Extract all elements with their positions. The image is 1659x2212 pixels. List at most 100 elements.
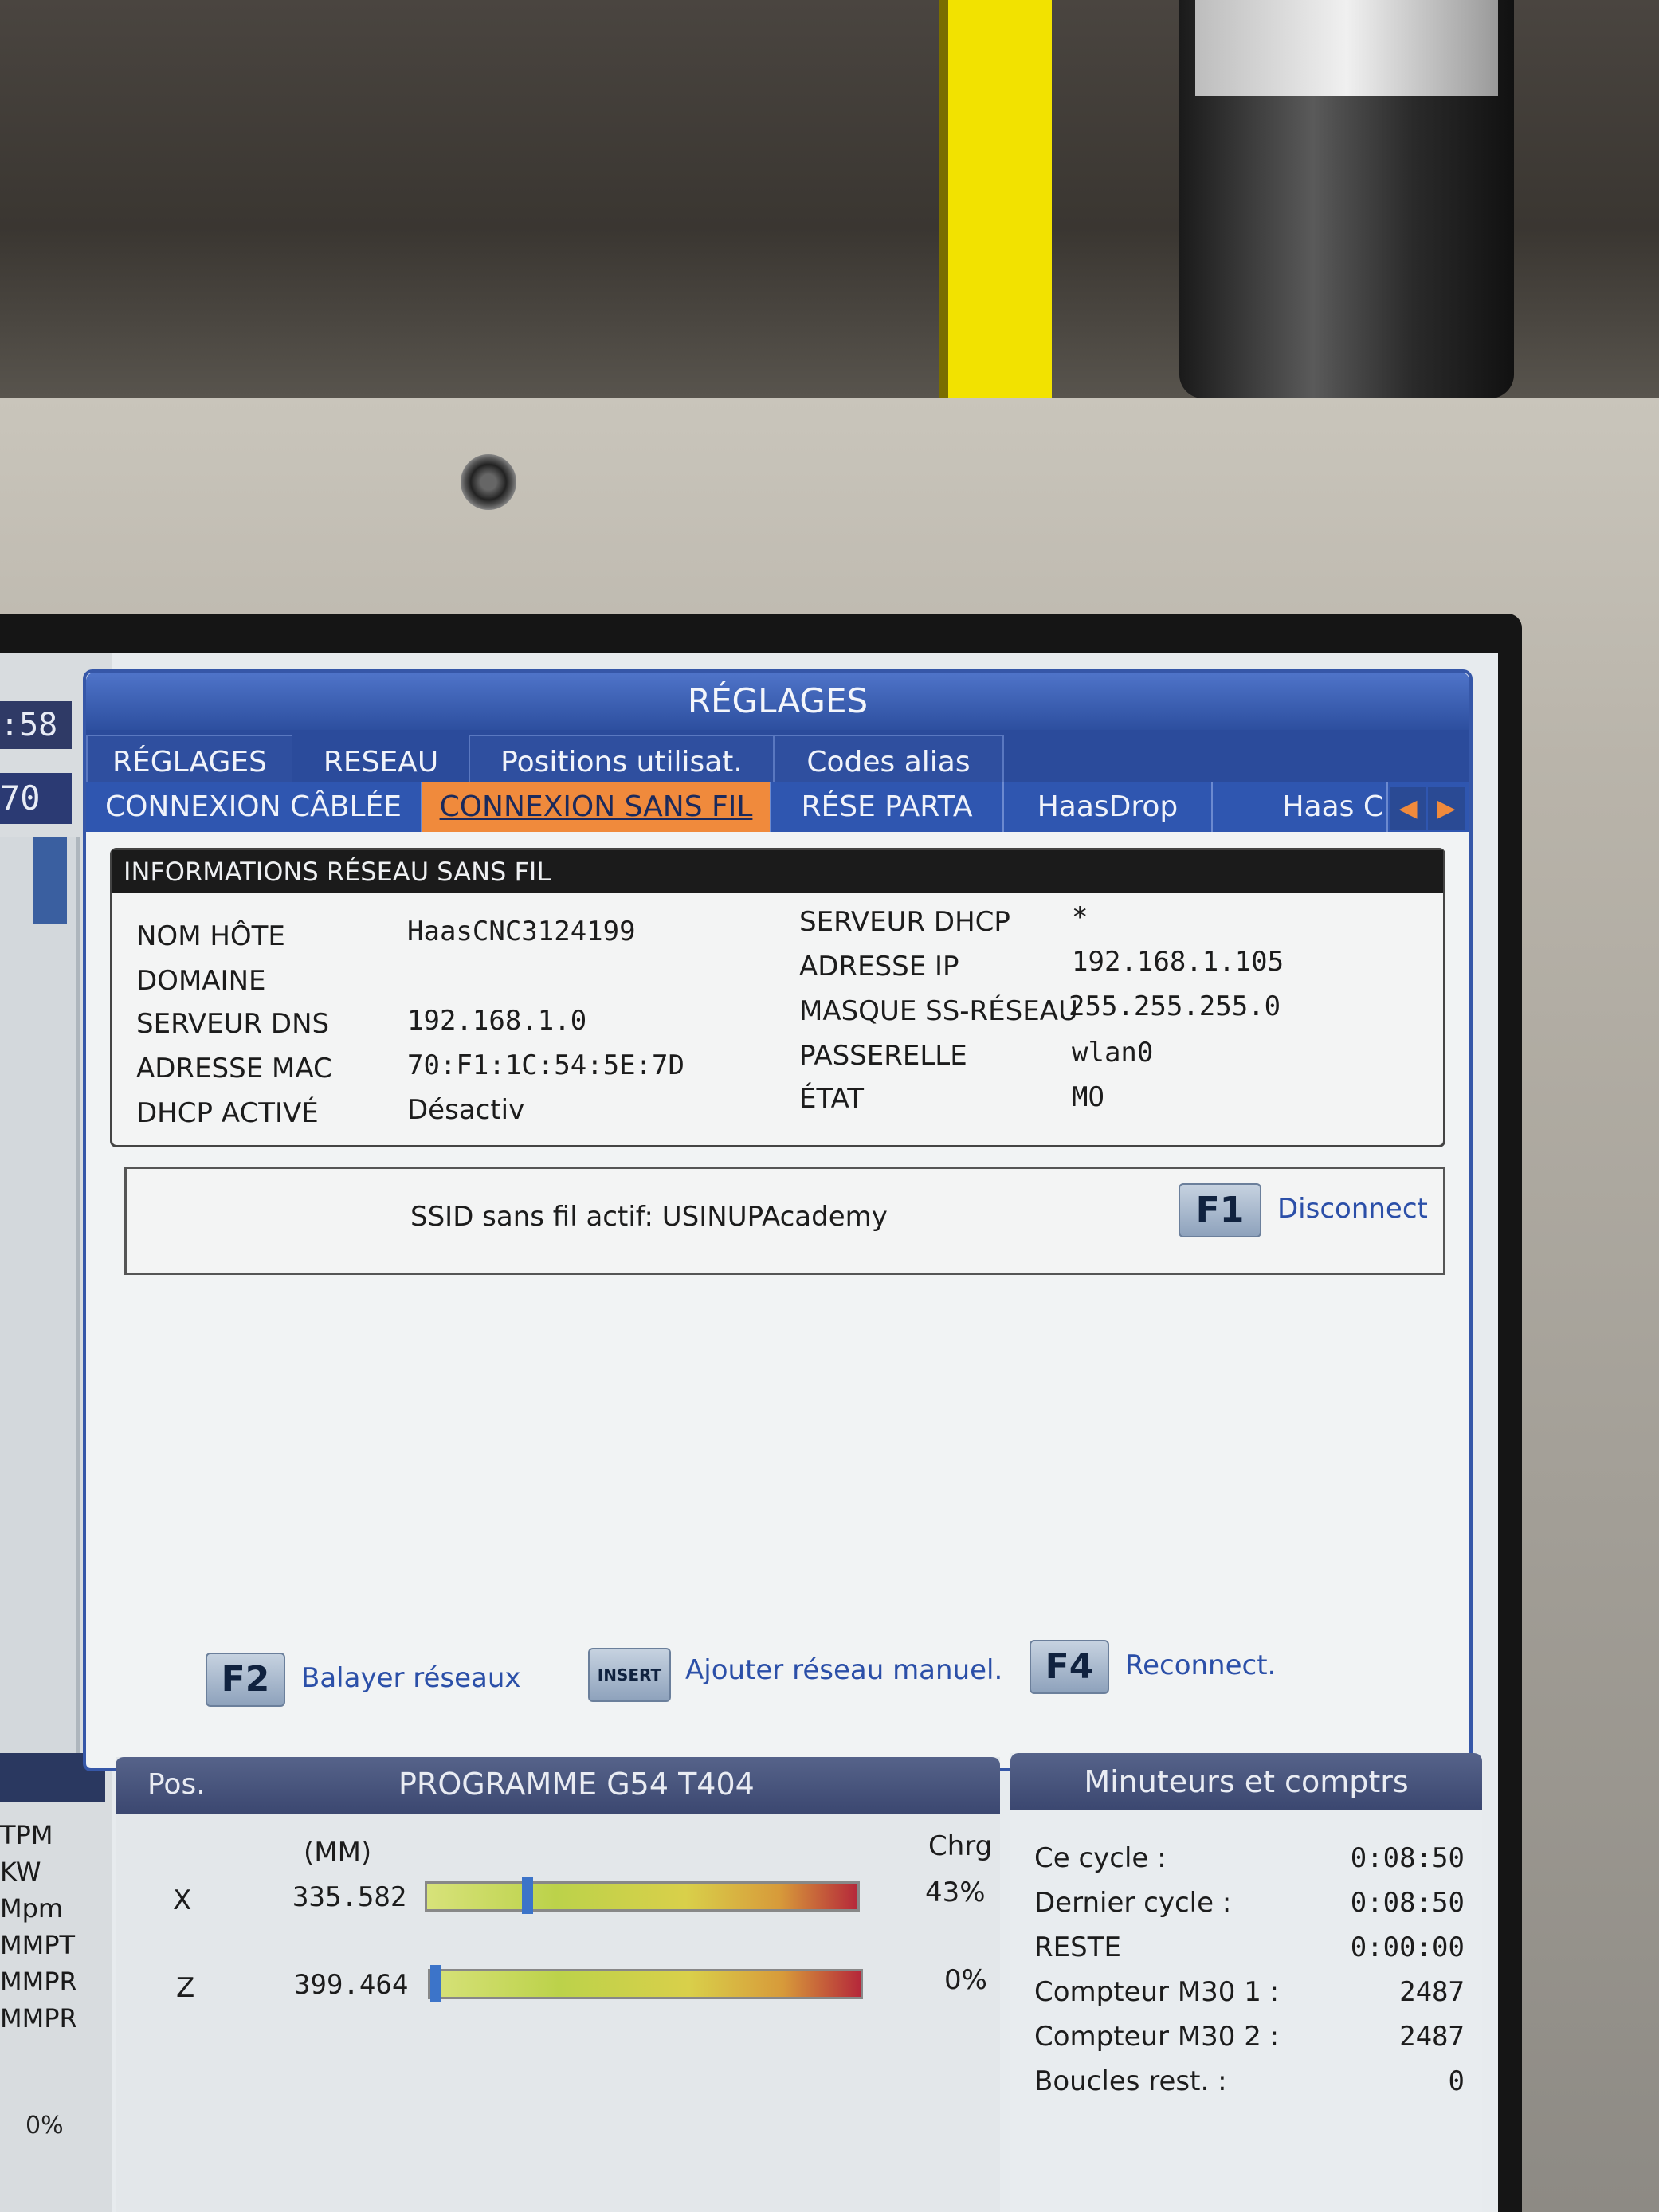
mac-address-label: ADRESSE MAC <box>136 1053 332 1084</box>
tab-connexion-cablee[interactable]: CONNEXION CÂBLÉE <box>86 782 422 832</box>
settings-window: RÉGLAGES RÉGLAGES RESEAU Positions utili… <box>83 669 1473 1771</box>
timer-row: Compteur M30 2 : 2487 <box>1034 2021 1465 2065</box>
label-tpm: TPM <box>0 1820 53 1850</box>
position-title: Pos. <box>147 1768 206 1801</box>
left-scrollbar[interactable] <box>33 837 67 924</box>
axis-x-load-bar <box>425 1877 860 1914</box>
tab-reseau-partage[interactable]: RÉSE PARTA <box>771 782 1004 832</box>
dhcp-enabled-value: Désactiv <box>407 1094 525 1126</box>
timer-value: 2487 <box>1399 1976 1465 2008</box>
label-mmpr: MMPR <box>0 1967 77 1997</box>
left-percent: 0% <box>25 2112 64 2139</box>
timer-value: 0 <box>1448 2065 1465 2097</box>
timer-value: 0:08:50 <box>1350 1887 1465 1919</box>
ip-address-value: 192.168.1.105 <box>1072 946 1284 978</box>
dhcp-server-label: SERVEUR DHCP <box>799 906 1010 938</box>
timer-value: 0:00:00 <box>1350 1932 1465 1963</box>
dhcp-server-value: * <box>1072 901 1088 933</box>
subnet-mask-label: MASQUE SS-RÉSEAU <box>799 995 1078 1027</box>
active-ssid: SSID sans fil actif: USINUPAcademy <box>410 1201 888 1233</box>
hostname-label: NOM HÔTE <box>136 920 285 952</box>
wireless-info-heading: INFORMATIONS RÉSEAU SANS FIL <box>112 850 1443 893</box>
label-mpm: Mpm <box>0 1893 64 1924</box>
timer-row: Ce cycle : 0:08:50 <box>1034 1842 1465 1887</box>
axis-z-label: Z <box>176 1972 195 2004</box>
wireless-info-panel: INFORMATIONS RÉSEAU SANS FIL NOM HÔTE Ha… <box>110 848 1445 1147</box>
tab-haasdrop[interactable]: HaasDrop <box>1004 782 1213 832</box>
tab-positions-utilisateur[interactable]: Positions utilisat. <box>469 735 775 784</box>
axis-z-load-bar <box>428 1965 863 2002</box>
gateway-label: PASSERELLE <box>799 1040 967 1072</box>
dns-server-value: 192.168.1.0 <box>407 1005 587 1037</box>
gateway-value: wlan0 <box>1072 1037 1154 1069</box>
timer-value: 0:08:50 <box>1350 1842 1465 1874</box>
add-manual-network-button[interactable]: Ajouter réseau manuel. <box>685 1645 1002 1696</box>
left-value-fragment: 70 <box>0 773 72 824</box>
subnet-mask-value: 255.255.255.0 <box>1069 990 1281 1022</box>
timer-label: Compteur M30 2 : <box>1034 2021 1280 2053</box>
axis-x-marker <box>521 1877 533 1914</box>
timer-row: Dernier cycle : 0:08:50 <box>1034 1887 1465 1932</box>
label-mmpt: MMPT <box>0 1930 76 1960</box>
state-value: MO <box>1072 1081 1104 1113</box>
mac-address-value: 70:F1:1C:54:5E:7D <box>407 1049 684 1081</box>
pipe-cap <box>1195 0 1498 96</box>
axis-x-label: X <box>173 1885 192 1916</box>
tab-connexion-sans-fil[interactable]: CONNEXION SANS FIL <box>422 782 771 832</box>
secondary-tab-bar: CONNEXION CÂBLÉE CONNEXION SANS FIL RÉSE… <box>86 782 1469 832</box>
state-label: ÉTAT <box>799 1083 864 1115</box>
tab-scroll-right-icon[interactable]: ▶ <box>1428 787 1465 830</box>
f2-key[interactable]: F2 <box>206 1653 285 1707</box>
disconnect-button[interactable]: Disconnect <box>1277 1183 1428 1234</box>
insert-key[interactable]: INSERT <box>588 1648 671 1702</box>
timer-row: Boucles rest. : 0 <box>1034 2065 1465 2110</box>
reconnect-button[interactable]: Reconnect. <box>1125 1640 1276 1691</box>
spindle-labels: TPM KW Mpm MMPT MMPR MMPR <box>0 1817 112 2037</box>
axis-z-marker <box>430 1965 441 2002</box>
clock-fragment: :58 <box>0 701 72 749</box>
tab-scroll-left-icon[interactable]: ◀ <box>1390 787 1426 830</box>
timer-label: Boucles rest. : <box>1034 2065 1227 2097</box>
scan-networks-button[interactable]: Balayer réseaux <box>301 1653 521 1704</box>
load-header: Chrg <box>928 1830 993 1862</box>
left-list-panel <box>0 837 80 1761</box>
timer-value: 2487 <box>1399 2021 1465 2053</box>
position-panel: Pos. PROGRAMME G54 T404 (MM) Chrg X 335.… <box>116 1757 1000 2212</box>
cnc-screen: :58 70 TPM KW Mpm MMPT MMPR MMPR 0% RÉGL… <box>0 653 1498 2212</box>
f4-key[interactable]: F4 <box>1030 1640 1109 1694</box>
window-title: RÉGLAGES <box>86 673 1469 730</box>
axis-z-load-fill <box>430 1971 861 1997</box>
timer-row: RESTE 0:00:00 <box>1034 1932 1465 1976</box>
axis-z-load: 0% <box>944 1964 987 1996</box>
tab-reglages[interactable]: RÉGLAGES <box>86 735 293 784</box>
position-header: Pos. PROGRAMME G54 T404 <box>116 1757 1000 1814</box>
tab-codes-alias[interactable]: Codes alias <box>773 735 1004 784</box>
yellow-pillar <box>948 0 1052 398</box>
timer-label: RESTE <box>1034 1932 1121 1963</box>
dns-server-label: SERVEUR DNS <box>136 1008 330 1040</box>
timers-panel: Minuteurs et comptrs Ce cycle : 0:08:50 … <box>1010 1753 1482 2212</box>
axis-x-load-fill <box>427 1884 857 1909</box>
screw-icon <box>461 454 516 510</box>
axis-z-value: 399.464 <box>294 1969 409 2001</box>
timer-row: Compteur M30 1 : 2487 <box>1034 1976 1465 2021</box>
domain-label: DOMAINE <box>136 965 266 997</box>
ssid-box: SSID sans fil actif: USINUPAcademy F1 Di… <box>124 1167 1445 1275</box>
timer-label: Ce cycle : <box>1034 1842 1167 1874</box>
timers-title: Minuteurs et comptrs <box>1010 1753 1482 1810</box>
unit-label: (MM) <box>304 1837 372 1869</box>
label-mmpr-2: MMPR <box>0 2003 77 2034</box>
tab-reseau[interactable]: RESEAU <box>292 735 470 784</box>
program-title: PROGRAMME G54 T404 <box>398 1767 755 1802</box>
tab-haas-connect[interactable]: Haas C <box>1213 782 1388 832</box>
axis-x-value: 335.582 <box>292 1881 407 1913</box>
ip-address-label: ADRESSE IP <box>799 951 959 982</box>
primary-tab-bar: RÉGLAGES RESEAU Positions utilisat. Code… <box>86 730 1469 784</box>
hostname-value: HaasCNC3124199 <box>407 916 636 947</box>
dhcp-enabled-label: DHCP ACTIVÉ <box>136 1097 319 1129</box>
timer-label: Dernier cycle : <box>1034 1887 1232 1919</box>
timer-label: Compteur M30 1 : <box>1034 1976 1280 2008</box>
f1-key[interactable]: F1 <box>1179 1183 1261 1237</box>
axis-x-load: 43% <box>925 1877 986 1908</box>
label-kw: KW <box>0 1857 41 1887</box>
